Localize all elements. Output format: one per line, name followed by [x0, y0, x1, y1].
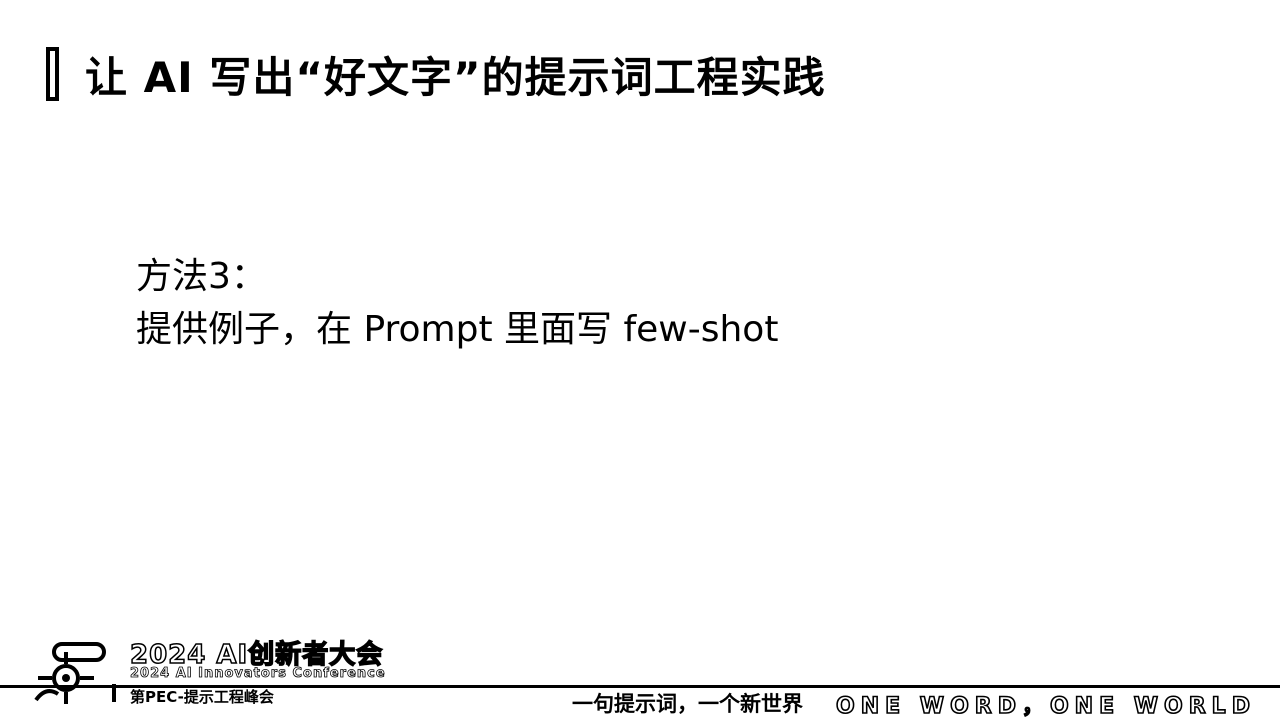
slide-title: 让 AI 写出“好文字”的提示词工程实践: [85, 52, 826, 102]
method-label: 方法3：: [136, 256, 267, 297]
bracket-icon: [46, 47, 59, 101]
conference-subtitle: 2024 AI Innovators Conference: [130, 666, 386, 682]
slide-body: 方法3： 提供例子，在 Prompt 里面写 few-shot: [136, 250, 778, 356]
conference-session: 第PEC-提示工程峰会: [130, 688, 274, 706]
slogan-chinese: 一句提示词，一个新世界: [572, 692, 803, 716]
method-text: 提供例子，在 Prompt 里面写 few-shot: [136, 309, 779, 350]
conference-logo-icon: [34, 642, 106, 704]
slide-title-row: 让 AI 写出“好文字”的提示词工程实践: [46, 44, 826, 104]
footer-divider-stub: [112, 684, 116, 702]
slogan-english: ONE WORD，ONE WORLD: [835, 693, 1256, 720]
